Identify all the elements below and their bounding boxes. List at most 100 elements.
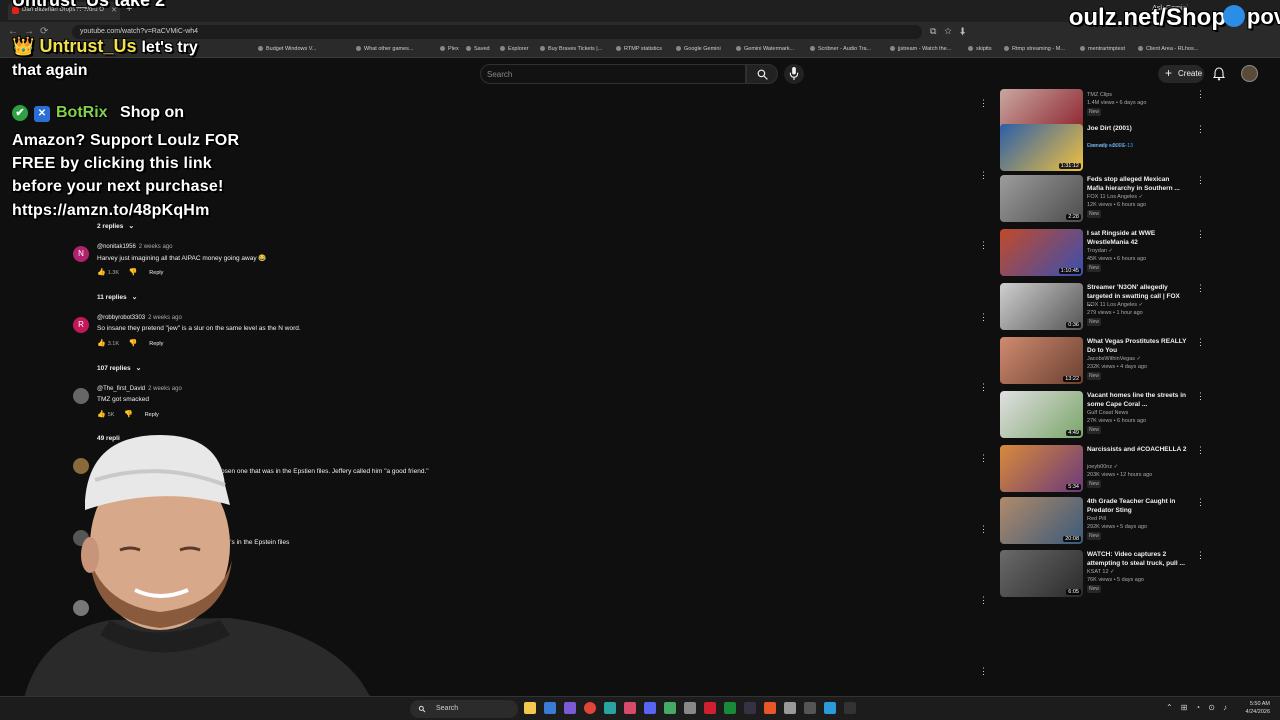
app-icon[interactable]	[804, 702, 816, 714]
channel-name[interactable]: Red Pill	[1087, 516, 1106, 522]
video-thumbnail[interactable]: 20:08	[1000, 497, 1083, 544]
app-icon[interactable]	[704, 702, 716, 714]
video-title[interactable]: What Vegas Prostitutes REALLY Do to You	[1087, 338, 1187, 355]
commenter-handle[interactable]: @robbyrobot3303	[97, 315, 145, 321]
create-button[interactable]: + Create	[1158, 65, 1204, 83]
more-options-icon[interactable]: ⋮	[1196, 445, 1205, 456]
search-button[interactable]	[746, 64, 778, 84]
more-options-icon[interactable]: ⋮	[1196, 391, 1205, 402]
more-options-icon[interactable]: ⋮	[979, 453, 988, 464]
bookmark-item[interactable]: Buy Braves Tickets |...	[540, 46, 602, 52]
app-icon[interactable]	[624, 702, 636, 714]
more-options-icon[interactable]: ⋮	[979, 382, 988, 393]
video-title[interactable]: Feds stop alleged Mexican Mafia hierarch…	[1087, 176, 1187, 193]
more-options-icon[interactable]: ⋮	[979, 666, 988, 677]
bookmark-item[interactable]: Explorer	[500, 46, 528, 52]
related-video-card[interactable]: 20:08 4th Grade Teacher Caught in Predato…	[1000, 497, 1205, 547]
video-thumbnail[interactable]: 1:31:12	[1000, 124, 1083, 171]
bookmark-item[interactable]: Saved	[466, 46, 490, 52]
reply-button[interactable]: Reply	[149, 341, 163, 347]
reply-button[interactable]: Reply	[149, 270, 163, 276]
bookmark-item[interactable]: Gemini Watermark...	[736, 46, 794, 52]
bookmark-item[interactable]: mentrartmptest	[1080, 46, 1125, 52]
taskbar-clock[interactable]: 5:50 AM 4/24/2026	[1246, 700, 1270, 716]
commenter-handle[interactable]: @nonitak1956	[97, 244, 136, 250]
voice-search-button[interactable]	[784, 64, 804, 84]
dislike-icon[interactable]: 👎	[129, 268, 138, 276]
related-video-card[interactable]: 0:36 Streamer 'N3ON' allegedly targeted i…	[1000, 283, 1205, 333]
channel-name[interactable]: joeyb00nz ✓	[1087, 464, 1118, 470]
commenter-avatar[interactable]: N	[73, 246, 89, 262]
video-title[interactable]: Vacant homes line the streets in some Ca…	[1087, 392, 1187, 409]
file-explorer-icon[interactable]	[524, 702, 536, 714]
chrome-icon[interactable]	[584, 702, 596, 714]
replies-toggle[interactable]: 2 replies ⌄	[97, 222, 134, 230]
bookmark-item[interactable]: skiptts	[968, 46, 992, 52]
video-title[interactable]: 4th Grade Teacher Caught in Predator Sti…	[1087, 498, 1187, 515]
video-thumbnail[interactable]: 5:34	[1000, 445, 1083, 492]
channel-name[interactable]: TMZ Clips	[1087, 92, 1112, 98]
commenter-avatar[interactable]	[73, 388, 89, 404]
more-options-icon[interactable]: ⋮	[979, 240, 988, 251]
video-title[interactable]: WATCH: Video captures 2 attempting to st…	[1087, 551, 1187, 568]
more-options-icon[interactable]: ⋮	[1196, 337, 1205, 348]
more-options-icon[interactable]: ⋮	[979, 524, 988, 535]
app-icon[interactable]	[564, 702, 576, 714]
extension-icons[interactable]: ⧉☆⬇	[930, 26, 973, 37]
url-field[interactable]: youtube.com/watch?v=RaCVMiC-wh4	[72, 25, 922, 39]
video-thumbnail[interactable]: 6:05	[1000, 550, 1083, 597]
app-icon[interactable]	[544, 702, 556, 714]
bookmark-item[interactable]: Budget Windows V...	[258, 46, 317, 52]
bookmark-item[interactable]: jjstream - Watch the...	[890, 46, 951, 52]
dislike-icon[interactable]: 👎	[124, 410, 133, 418]
bookmark-item[interactable]: Scribner - Audio Tra...	[810, 46, 871, 52]
related-video-card[interactable]: 4:49 Vacant homes line the streets in som…	[1000, 391, 1205, 441]
related-video-card[interactable]: 6:05 WATCH: Video captures 2 attempting t…	[1000, 550, 1205, 600]
app-icon[interactable]	[684, 702, 696, 714]
bookmark-item[interactable]: RTMP statistics	[616, 46, 662, 52]
search-input[interactable]: Search	[480, 64, 746, 84]
discord-icon[interactable]	[644, 702, 656, 714]
channel-name[interactable]: Troydan ✓	[1087, 248, 1113, 254]
video-thumbnail[interactable]: 2:28	[1000, 175, 1083, 222]
bookmark-item[interactable]: What other games...	[356, 46, 414, 52]
related-video-card[interactable]: 1:31:12 Joe Dirt (2001) Comedy • 2001 Free …	[1000, 124, 1205, 174]
replies-toggle[interactable]: 11 replies ⌄	[97, 293, 138, 301]
more-options-icon[interactable]: ⋮	[1196, 283, 1205, 294]
app-icon[interactable]	[664, 702, 676, 714]
bookmark-item[interactable]: Client Area - RLhos...	[1138, 46, 1198, 52]
more-options-icon[interactable]: ⋮	[1196, 229, 1205, 240]
reply-button[interactable]: Reply	[145, 412, 159, 418]
related-video-card[interactable]: 2:28 Feds stop alleged Mexican Mafia hier…	[1000, 175, 1205, 225]
related-video-card[interactable]: 13:22 What Vegas Prostitutes REALLY Do to…	[1000, 337, 1205, 387]
more-options-icon[interactable]: ⋮	[1196, 89, 1205, 100]
app-icon[interactable]	[824, 702, 836, 714]
app-icon[interactable]	[784, 702, 796, 714]
more-options-icon[interactable]: ⋮	[1196, 124, 1205, 135]
video-title[interactable]: I sat Ringside at WWE WrestleMania 42	[1087, 230, 1187, 247]
video-thumbnail[interactable]: 13:22	[1000, 337, 1083, 384]
notifications-bell-icon[interactable]	[1213, 67, 1225, 81]
more-options-icon[interactable]: ⋮	[1196, 175, 1205, 186]
like-icon[interactable]: 👍	[97, 339, 106, 347]
channel-name[interactable]: KSAT 12 ✓	[1087, 569, 1115, 575]
commenter-handle[interactable]: @The_first_David	[97, 386, 145, 392]
bookmark-item[interactable]: Plex	[440, 46, 459, 52]
system-tray-icons[interactable]: ⌃⊞◔⊙♪	[1166, 703, 1235, 712]
steam-icon[interactable]	[744, 702, 756, 714]
video-thumbnail[interactable]: 1:10:45	[1000, 229, 1083, 276]
more-options-icon[interactable]: ⋮	[979, 595, 988, 606]
related-video-card[interactable]: 5:34 Narcissists and #COACHELLA 2 joeyb00n…	[1000, 445, 1205, 495]
taskbar-search[interactable]: Search	[410, 700, 518, 718]
more-options-icon[interactable]: ⋮	[1196, 497, 1205, 508]
replies-toggle[interactable]: 107 replies ⌄	[97, 364, 141, 372]
bookmark-item[interactable]: Rtmp streaming - M...	[1004, 46, 1065, 52]
channel-name[interactable]: Gulf Coast News	[1087, 410, 1128, 416]
video-thumbnail[interactable]: 0:36	[1000, 283, 1083, 330]
more-options-icon[interactable]: ⋮	[979, 312, 988, 323]
more-options-icon[interactable]: ⋮	[1196, 550, 1205, 561]
commenter-avatar[interactable]: R	[73, 317, 89, 333]
terminal-icon[interactable]	[844, 702, 856, 714]
more-options-icon[interactable]: ⋮	[979, 98, 988, 109]
account-avatar[interactable]	[1241, 65, 1258, 82]
